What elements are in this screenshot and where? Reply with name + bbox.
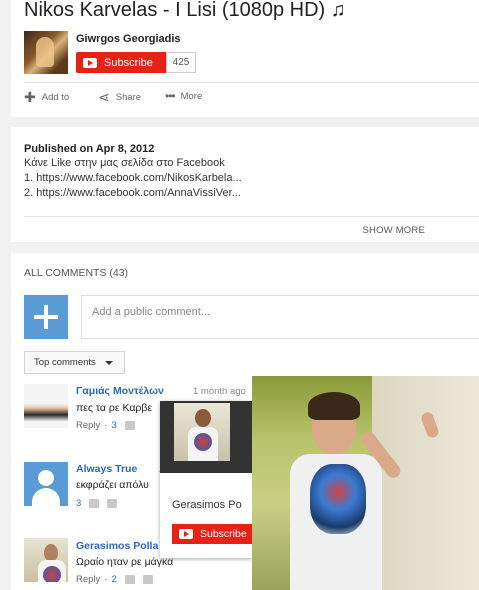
subscribe-label: Subscribe: [200, 528, 247, 540]
default-avatar-icon: [34, 305, 58, 329]
comment-actions: 3: [76, 498, 121, 509]
comment-time[interactable]: 1 month ago: [193, 386, 246, 397]
show-more-button[interactable]: SHOW MORE: [363, 225, 426, 236]
description-link[interactable]: 2. https://www.facebook.com/AnnaVissiVer…: [24, 187, 241, 199]
share-label: Share: [115, 92, 142, 103]
description-card: Published on Apr 8, 2012 Κάνε Like στην …: [11, 127, 479, 242]
thumbs-up-icon[interactable]: [124, 421, 135, 430]
comment-avatar[interactable]: [24, 462, 68, 506]
subscribe-label: Subscribe: [104, 56, 153, 69]
comment-actions: Reply · 2: [76, 574, 157, 585]
user-hovercard: Gerasimos Po Subscribe: [160, 401, 252, 558]
youtube-logo-icon: [179, 529, 193, 539]
channel-avatar[interactable]: [24, 31, 68, 74]
like-count: 2: [111, 574, 117, 585]
subscriber-count: 425: [166, 52, 196, 73]
comment-author[interactable]: Gerasimos Polla: [76, 540, 158, 552]
description-link[interactable]: 1. https://www.facebook.com/NikosKarbela…: [24, 172, 242, 184]
thumbs-up-icon[interactable]: [124, 575, 135, 584]
hovercard-subscribe-button[interactable]: Subscribe: [172, 524, 252, 544]
like-count: 3: [76, 498, 82, 509]
comment-avatar[interactable]: [24, 538, 68, 582]
video-thumbnail-preview[interactable]: [252, 376, 479, 590]
divider: [24, 216, 479, 217]
chevron-down-icon: [104, 360, 113, 365]
comment-author[interactable]: Γαμιάς Μοντέλων: [76, 385, 164, 397]
user-avatar: [24, 295, 68, 339]
hovercard-name[interactable]: Gerasimos Po: [172, 499, 242, 511]
video-title: Nikos Karvelas - I Lisi (1080p HD) ♫: [24, 0, 346, 21]
divider: [24, 82, 479, 83]
reply-button[interactable]: Reply: [76, 420, 100, 431]
share-icon: ⋖: [98, 89, 110, 105]
published-date: Published on Apr 8, 2012: [24, 143, 155, 155]
channel-name[interactable]: Giwrgos Georgiadis: [76, 33, 181, 45]
share-button[interactable]: ⋖ Share: [98, 89, 141, 106]
like-count: 3: [111, 420, 117, 431]
thumbs-up-icon[interactable]: [89, 499, 100, 508]
comment-text: Ωραίο ηταν ρε μάγκα: [76, 556, 174, 568]
more-button[interactable]: ••• More: [165, 89, 202, 103]
comment-input[interactable]: Add a public comment...: [81, 295, 479, 339]
comment-text: πες τα ρε Καρβε: [76, 402, 153, 414]
hovercard-avatar[interactable]: [174, 403, 230, 461]
sort-label: Top comments: [34, 357, 96, 368]
description-line: Κάνε Like στην μας σελίδα στο Facebook: [24, 157, 225, 169]
reply-button[interactable]: Reply: [76, 574, 100, 585]
sort-dropdown[interactable]: Top comments: [24, 351, 125, 374]
youtube-logo-icon: [83, 57, 97, 68]
add-to-label: Add to: [41, 92, 70, 103]
hovercard-banner: [160, 401, 252, 473]
add-to-button[interactable]: ✚ Add to: [24, 89, 69, 106]
person-icon: [38, 470, 54, 486]
comment-author[interactable]: Always True: [76, 463, 137, 475]
comment-actions: Reply · 3: [76, 420, 139, 431]
thumbs-down-icon[interactable]: [142, 575, 153, 584]
subscribe-button[interactable]: Subscribe: [76, 52, 166, 73]
plus-icon: ✚: [24, 89, 36, 105]
comment-text: εκφράζει απόλυ: [76, 479, 149, 491]
comment-avatar[interactable]: [24, 384, 68, 428]
more-dots-icon: •••: [165, 89, 176, 103]
thumbs-down-icon[interactable]: [107, 499, 118, 508]
more-label: More: [180, 90, 203, 102]
video-header-card: Nikos Karvelas - I Lisi (1080p HD) ♫ Giw…: [11, 0, 479, 117]
shirt-graphic: [310, 464, 366, 534]
comments-header: ALL COMMENTS (43): [24, 267, 129, 279]
